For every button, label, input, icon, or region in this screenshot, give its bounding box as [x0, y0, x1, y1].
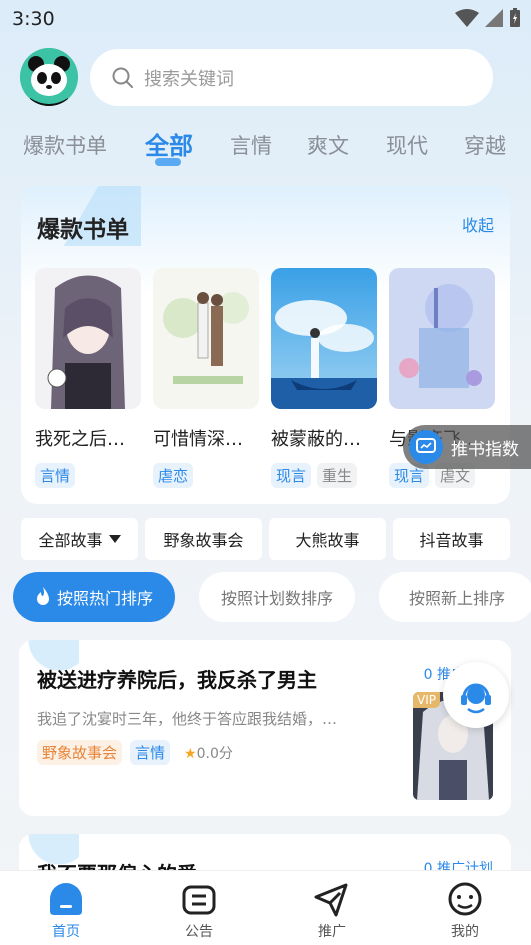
star-icon: ★: [184, 745, 197, 762]
book-cover: [35, 268, 141, 409]
tab-modern[interactable]: 现代: [386, 130, 428, 160]
book-item[interactable]: 被蒙蔽的… 现言 重生: [271, 268, 377, 488]
book-tag: 言情: [35, 463, 76, 488]
story-title: 被送进疗养院后，我反杀了男主: [37, 668, 317, 692]
tab-time-travel[interactable]: 穿越: [464, 130, 506, 160]
book-item[interactable]: 我死之后… 言情: [35, 268, 141, 488]
collapse-button[interactable]: 收起: [462, 212, 494, 236]
tabbar-label: 推广: [318, 924, 346, 940]
tabbar-mine[interactable]: 我的: [425, 879, 505, 941]
signal-icon: [485, 9, 503, 27]
book-item[interactable]: 可惜情深… 虐恋: [153, 268, 259, 488]
tabbar-promote[interactable]: 推广: [292, 879, 372, 941]
header: 搜索关键词: [0, 44, 531, 112]
category-daxiong[interactable]: 大熊故事: [269, 518, 386, 560]
book-index-floating-button[interactable]: 推书指数: [403, 425, 531, 469]
vip-badge: VIP: [413, 692, 440, 708]
book-tag: 重生: [317, 463, 358, 488]
sort-plan-count-button[interactable]: 按照计划数排序: [199, 572, 355, 622]
search-input[interactable]: 搜索关键词: [90, 49, 493, 106]
story-tag: 野象故事会: [37, 740, 123, 765]
search-icon: [112, 67, 133, 88]
customer-service-button[interactable]: [443, 662, 509, 728]
story-score: ★0.0分: [184, 743, 233, 763]
announcement-icon: [182, 885, 216, 915]
tabbar-home[interactable]: 首页: [26, 879, 106, 941]
story-card[interactable]: 被送进疗养院后，我反杀了男主 0 推广计划 我追了沈宴时三年，他终于答应跟我结婚…: [19, 640, 511, 816]
tab-all[interactable]: 全部: [145, 126, 193, 161]
sort-row: 按照热门排序 按照计划数排序 按照新上排序: [0, 572, 531, 624]
active-tab-indicator: [155, 158, 181, 166]
tab-cool[interactable]: 爽文: [307, 130, 349, 160]
category-douyin[interactable]: 抖音故事: [393, 518, 510, 560]
tabbar-label: 首页: [52, 924, 80, 940]
sort-label: 按照热门排序: [56, 589, 153, 608]
tab-romance[interactable]: 言情: [230, 130, 272, 160]
book-cover: [153, 268, 259, 409]
category-yexiang[interactable]: 野象故事会: [145, 518, 262, 560]
category-tabs: 爆款书单 全部 言情 爽文 现代 穿越: [0, 122, 531, 170]
status-bar: 3:30: [0, 0, 531, 36]
sort-hot-button[interactable]: 按照热门排序: [13, 572, 175, 622]
sort-newest-button[interactable]: 按照新上排序: [379, 572, 531, 622]
category-all-stories[interactable]: 全部故事: [21, 518, 138, 560]
fire-icon: [36, 587, 49, 605]
book-index-label: 推书指数: [451, 439, 519, 460]
booklist-title: 爆款书单: [37, 217, 129, 243]
panda-avatar-icon: [20, 48, 78, 106]
book-title: 可惜情深…: [153, 429, 243, 450]
status-time: 3:30: [12, 8, 55, 30]
bottom-tab-bar: 首页 公告 推广 我的: [0, 870, 531, 945]
book-title: 我死之后…: [35, 429, 125, 450]
dropdown-icon: [108, 535, 121, 543]
battery-icon: [510, 8, 520, 27]
book-title: 被蒙蔽的…: [271, 429, 361, 450]
tabbar-label: 我的: [451, 924, 479, 940]
tab-hot-booklist[interactable]: 爆款书单: [23, 130, 107, 160]
headset-icon: [461, 683, 491, 714]
book-tag: 现言: [271, 463, 312, 488]
avatar[interactable]: [20, 48, 78, 106]
story-description: 我追了沈宴时三年，他终于答应跟我结婚，…: [37, 710, 338, 728]
home-icon: [50, 883, 82, 915]
profile-icon: [448, 882, 482, 916]
story-category-row: 全部故事 野象故事会 大熊故事 抖音故事: [21, 518, 510, 560]
chat-icon: [409, 430, 443, 464]
tabbar-announcement[interactable]: 公告: [159, 879, 239, 941]
status-icons: [455, 8, 521, 28]
send-icon: [314, 883, 348, 917]
book-cover: [389, 268, 495, 409]
book-tag: 虐恋: [153, 463, 194, 488]
wifi-icon: [455, 9, 479, 27]
search-placeholder: 搜索关键词: [144, 68, 234, 90]
book-cover: [271, 268, 377, 409]
score-value: 0.0分: [196, 745, 233, 762]
category-label: 全部故事: [38, 531, 103, 550]
story-tag: 言情: [130, 740, 171, 765]
tabbar-label: 公告: [185, 924, 213, 940]
